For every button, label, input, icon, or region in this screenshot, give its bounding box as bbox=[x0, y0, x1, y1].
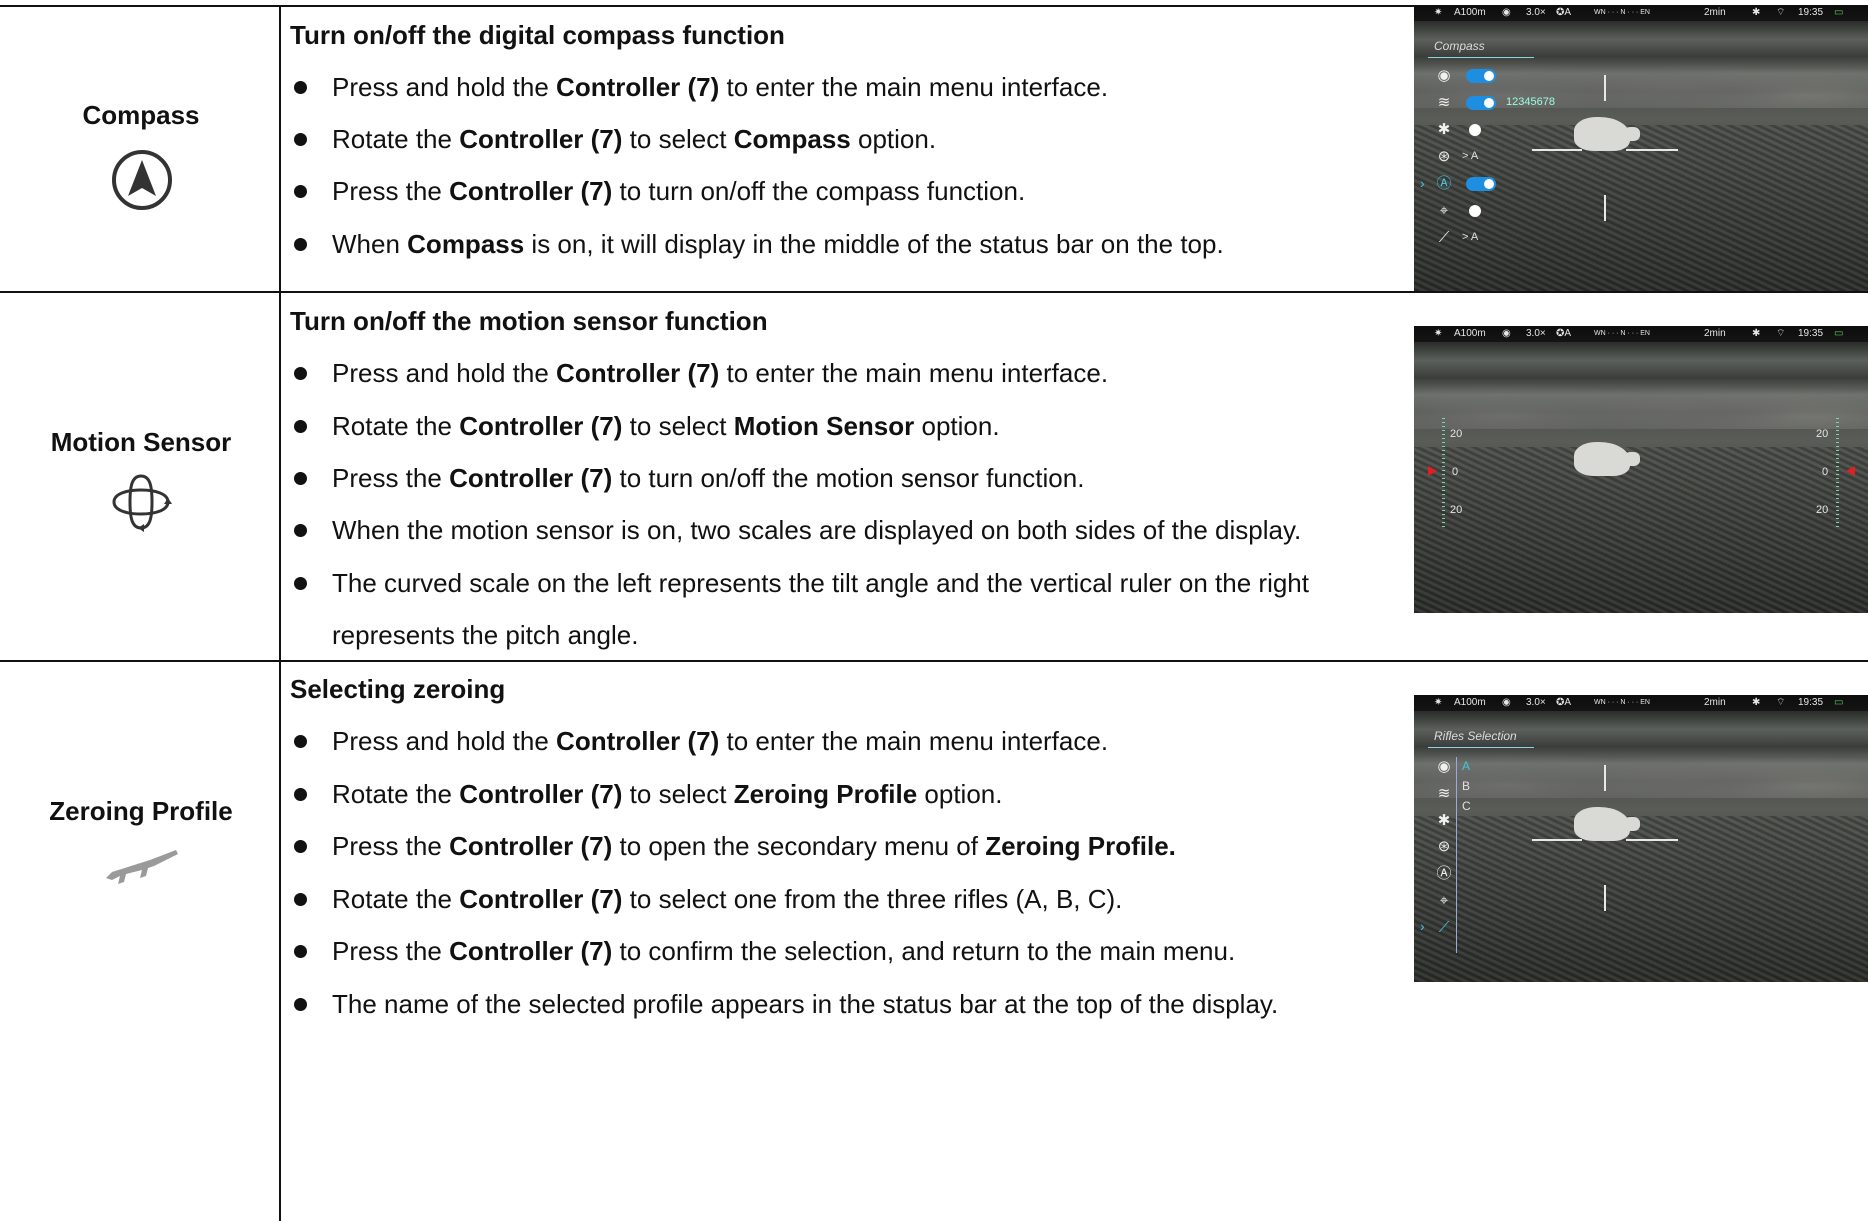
wifi-icon: ≋ bbox=[1437, 94, 1451, 111]
crosshair-right bbox=[1626, 149, 1678, 151]
section-title: Turn on/off the motion sensor function bbox=[290, 306, 768, 336]
tilt-indicator bbox=[1428, 466, 1437, 476]
mode-value: > A bbox=[1462, 150, 1479, 162]
row-label-zeroing-profile: Zeroing Profile bbox=[49, 796, 233, 826]
eye-icon: ◉ bbox=[1437, 758, 1451, 775]
motion-sensor-icon: ⌖ bbox=[1439, 202, 1449, 219]
menu-title: Rifles Selection bbox=[1434, 729, 1517, 743]
pitch-bottom-value: 20 bbox=[1816, 504, 1829, 516]
list-item-continuation: represents the pitch angle. bbox=[332, 620, 639, 650]
bluetooth-icon: ✱ bbox=[1437, 812, 1451, 829]
tilt-zero-value: 0 bbox=[1452, 466, 1459, 478]
hotspot-name: 12345678 bbox=[1506, 96, 1555, 108]
toggle-off[interactable] bbox=[1469, 205, 1481, 217]
crosshair-left bbox=[1532, 149, 1582, 151]
pitch-zero-value: 0 bbox=[1822, 466, 1829, 478]
section-title: Turn on/off the digital compass function bbox=[290, 20, 785, 50]
tilt-bottom-value: 20 bbox=[1450, 504, 1463, 516]
compass-icon: Ⓐ bbox=[1436, 175, 1452, 192]
crosshair-bottom bbox=[1604, 195, 1606, 221]
toggle-on[interactable] bbox=[1466, 69, 1496, 83]
crosshair-top bbox=[1604, 75, 1606, 101]
rifle-option-c[interactable]: C bbox=[1462, 799, 1471, 813]
mode-value: > A bbox=[1462, 231, 1479, 243]
pitch-indicator bbox=[1846, 466, 1855, 476]
row-label-motion-sensor: Motion Sensor bbox=[50, 427, 232, 457]
selection-marker: › bbox=[1420, 175, 1425, 191]
bluetooth-icon: ✱ bbox=[1437, 121, 1451, 138]
status-bar: ✷ A100m ◉ 3.0× ✪ A WN · · · N · · · EN 2m… bbox=[1414, 695, 1868, 711]
menu-title: Compass bbox=[1434, 39, 1485, 53]
rifles-selection-screenshot: ✷ A100m ◉ 3.0× ✪ A WN · · · N · · · EN 2m… bbox=[1414, 695, 1868, 982]
crosshair-top bbox=[1604, 765, 1606, 791]
rifle-icon: ⟋ bbox=[1438, 229, 1450, 246]
compass-icon bbox=[112, 150, 172, 210]
row-label-compass: Compass bbox=[82, 100, 200, 130]
status-bar: ✷ A100m ◉ 3.0× ✪ A WN · · · N · · · EN 2m… bbox=[1414, 326, 1868, 342]
status-bar: ✷ A100m ◉ 3.0× ✪ A WN · · · N · · · EN 2m… bbox=[1414, 5, 1868, 21]
rifle-icon: ⟋ bbox=[1438, 919, 1450, 936]
pitch-scale bbox=[1836, 418, 1839, 528]
toggle-on[interactable] bbox=[1466, 177, 1496, 191]
tilt-top-value: 20 bbox=[1450, 428, 1463, 440]
toggle-on[interactable] bbox=[1466, 96, 1496, 110]
compass-menu-screenshot: ✷ A100m ◉ 3.0× ✪ A WN · · · N · · · EN 2m… bbox=[1414, 5, 1868, 291]
crosshair-bottom bbox=[1604, 885, 1606, 911]
aperture-icon: ⊛ bbox=[1437, 148, 1451, 165]
rifle-option-a[interactable]: A bbox=[1462, 759, 1470, 773]
pitch-top-value: 20 bbox=[1816, 428, 1829, 440]
motion-sensor-icon: ⌖ bbox=[1439, 892, 1449, 909]
rifle-icon bbox=[106, 850, 178, 884]
boar-target bbox=[1574, 117, 1640, 151]
boar-target bbox=[1574, 807, 1640, 841]
eye-icon: ◉ bbox=[1437, 67, 1451, 84]
motion-sensor-screenshot: ✷ A100m ◉ 3.0× ✪ A WN · · · N · · · EN 2m… bbox=[1414, 326, 1868, 613]
compass-icon: Ⓐ bbox=[1436, 865, 1452, 882]
motion-sensor-icon bbox=[112, 474, 172, 532]
section-title: Selecting zeroing bbox=[290, 674, 506, 704]
crosshair-right bbox=[1626, 839, 1678, 841]
aperture-icon: ⊛ bbox=[1437, 838, 1451, 855]
crosshair-left bbox=[1532, 839, 1582, 841]
toggle-off[interactable] bbox=[1469, 124, 1481, 136]
selection-marker: › bbox=[1420, 918, 1425, 934]
wifi-icon: ≋ bbox=[1437, 785, 1451, 802]
tilt-scale bbox=[1442, 418, 1445, 528]
boar-target bbox=[1574, 442, 1640, 476]
rifle-option-b[interactable]: B bbox=[1462, 779, 1470, 793]
column-divider bbox=[279, 5, 281, 1221]
